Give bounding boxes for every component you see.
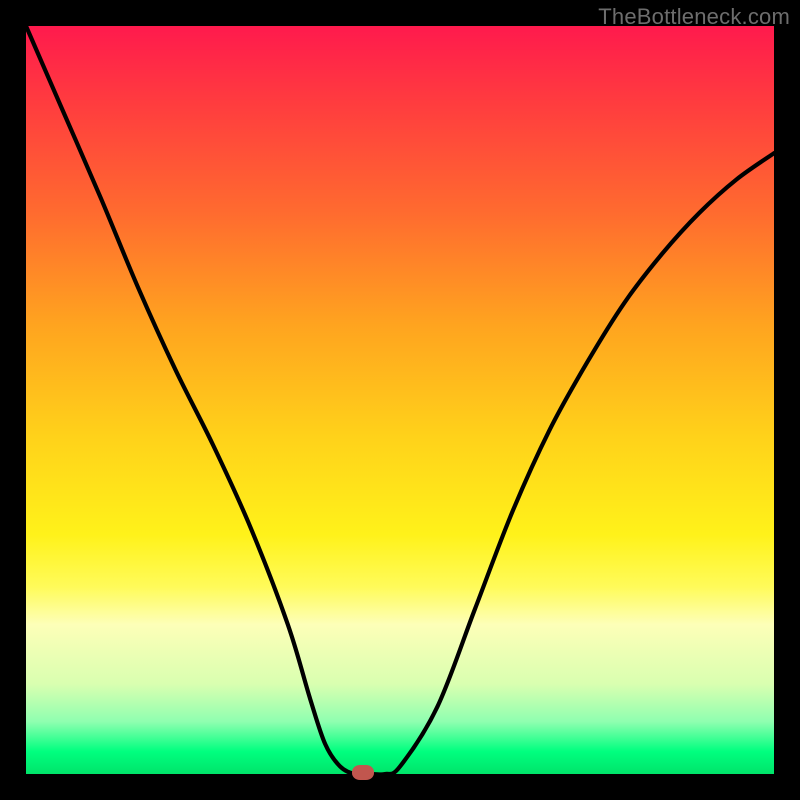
chart-frame: TheBottleneck.com <box>0 0 800 800</box>
optimal-point-marker <box>352 765 374 780</box>
plot-area <box>26 26 774 774</box>
bottleneck-curve <box>26 26 774 774</box>
